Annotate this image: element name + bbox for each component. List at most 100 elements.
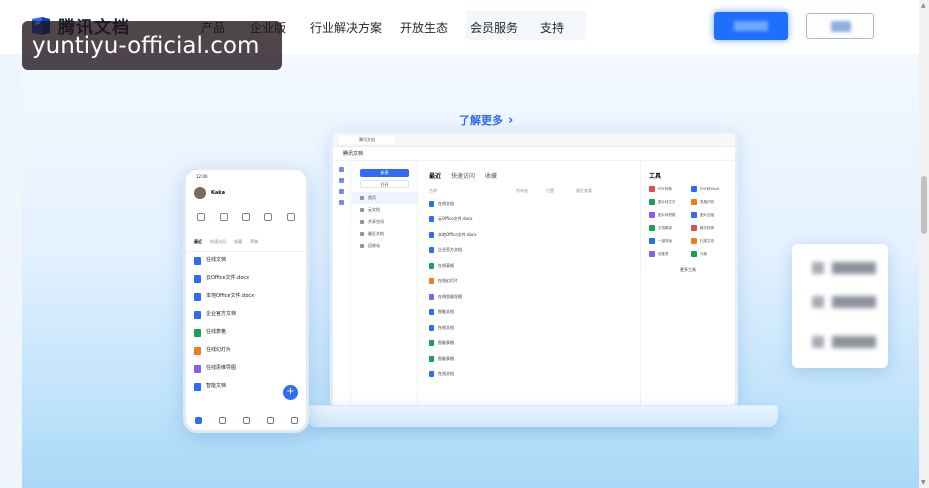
add-fab-button: + [283,385,298,400]
file-row: 在线思维导图 [419,289,639,305]
clock-icon [360,232,364,236]
primary-cta-button[interactable] [714,12,788,40]
tool-icon [649,186,655,192]
document-icon [194,311,201,319]
file-row: 在线文档 [419,320,639,336]
team-icon [339,189,344,194]
file-row: 在线文档 [419,367,639,383]
learn-more-link[interactable]: 了解更多 › [459,112,513,128]
sidebar-item-trash: 回收站 [352,240,417,252]
sidebar-item-recent: 最近文档 [352,228,417,240]
sidebar-item-home: 首页 [352,192,417,204]
tool-item: PDF转Word [691,186,727,192]
doc-icon [339,167,344,172]
document-icon [429,324,434,331]
document-icon [429,200,434,207]
phone-file-row: 在线文档 [186,252,306,270]
folder-icon [339,178,344,183]
col-name: 名称 [429,188,437,193]
sidebar-label: 回收站 [368,243,380,248]
tool-icon [691,199,697,205]
template-icon [241,213,250,221]
folder-icon [218,417,226,424]
file-rows: 在线文档 云Office文件.docx 本地Office文件.docx 企业官方文档在… [419,196,639,382]
convert-icon [264,213,273,221]
laptop-icon-rail [333,161,351,405]
file-name: 在线幻灯片 [206,347,232,353]
document-icon [194,257,201,265]
file-row: 智能文档 [419,305,639,321]
document-icon [429,355,434,362]
tool-item: 图片转表格 [649,212,685,218]
document-icon [429,371,434,378]
tool-label: 图片转表格 [658,212,676,217]
tool-item: 图片压缩 [691,212,727,218]
cloud-icon [360,208,364,212]
scroll-up-icon[interactable]: ▲ [921,2,926,9]
document-icon [429,231,434,238]
tool-label: PDF转换 [658,186,672,191]
col-viewed: 最近查看 [576,188,592,193]
nav-item-ecosystem[interactable]: 开放生态 [400,19,448,36]
phone-file-row: 本地Office文件.docx [186,288,306,306]
blurred-text [832,336,876,348]
tool-label: 格式转换 [700,225,714,230]
document-icon [194,275,201,283]
nav-item-solutions[interactable]: 行业解决方案 [310,19,382,36]
tool-label: 文档翻译 [658,225,672,230]
file-name: 在线文档 [206,257,227,263]
phone-quick-actions [186,203,306,225]
tab-recent: 最近 [429,173,442,180]
sidebar-label: 云文档 [368,207,380,212]
watermark: yuntiyu-official.com [22,21,282,70]
nav-item-support[interactable]: 支持 [540,19,564,36]
phone-file-row: 云Office文件.docx [186,270,306,288]
feature-icon [812,262,824,274]
document-icon [194,383,201,391]
tool-icon [691,238,697,244]
tool-label: 图片压缩 [700,212,714,217]
message-icon [266,417,274,424]
sidebar-label: 首页 [368,195,376,200]
file-name: 智能文档 [206,383,227,389]
file-row: 云Office文件.docx [419,212,639,228]
page-scrollbar[interactable]: ▲ ▼ [919,0,929,488]
laptop-titlebar: 腾讯文档 [333,133,735,147]
file-name: 企业官方文档 [438,247,462,253]
tools-grid: PDF转换 PDF转Word 图片转文字 表格识别 图片转表格 图片压缩 文档翻译 格式转换一… [641,186,735,257]
col-location: 位置 [546,188,554,193]
laptop-tab: 腾讯文档 [339,135,395,144]
laptop-file-list: 最近 快速访问 收藏 名称 所有者 位置 最近查看 在线文档 云Office文件.… [419,161,639,405]
file-name: 在线思维导图 [438,293,462,299]
document-icon [429,293,434,300]
file-name: 在线表格 [438,262,454,268]
tab-favorites: 收藏 [485,173,498,180]
tool-item: 格式转换 [691,225,727,231]
home-icon [360,196,364,200]
phone-tabs: 最近 快速访问 收藏 草稿 [186,225,306,252]
tool-icon [649,238,655,244]
tools-title: 工具 [649,173,662,180]
laptop-sidebar: 新建 打开 首页 云文档 共享空间 最近文档 回收站 [352,161,418,405]
nav-item-membership[interactable]: 会员服务 [470,19,518,36]
document-icon [429,247,434,254]
scroll-thumb[interactable] [921,176,927,234]
scroll-down-icon[interactable]: ▼ [921,479,926,486]
file-name: 在线表格 [206,329,227,335]
chevron-right-icon: › [508,112,514,128]
laptop-mockup: 腾讯文档 腾讯文档 新建 打开 首页 云文档 共享空间 最近文档 回收站 最近 … [330,130,738,408]
laptop-base [306,405,778,427]
tool-label: 表格识别 [700,199,714,204]
document-icon [194,293,201,301]
document-icon [429,262,434,269]
tool-item: 收集表 [649,251,685,257]
laptop-tools-panel: 工具 PDF转换 PDF转Word 图片转文字 表格识别 图片转表格 图片压缩 文档翻译 格式… [640,161,735,405]
secondary-cta-button[interactable] [806,13,874,39]
phone-file-rows: 在线文档 云Office文件.docx 本地Office文件.docx 企业官方文档在… [186,252,306,396]
phone-file-row: 在线思维导图 [186,360,306,378]
phone-file-row: 在线表格 [186,324,306,342]
file-row: 智能表格 [419,351,639,367]
phone-username: Kaka [211,190,225,196]
profile-icon [290,417,298,424]
sidebar-label: 最近文档 [368,231,384,236]
